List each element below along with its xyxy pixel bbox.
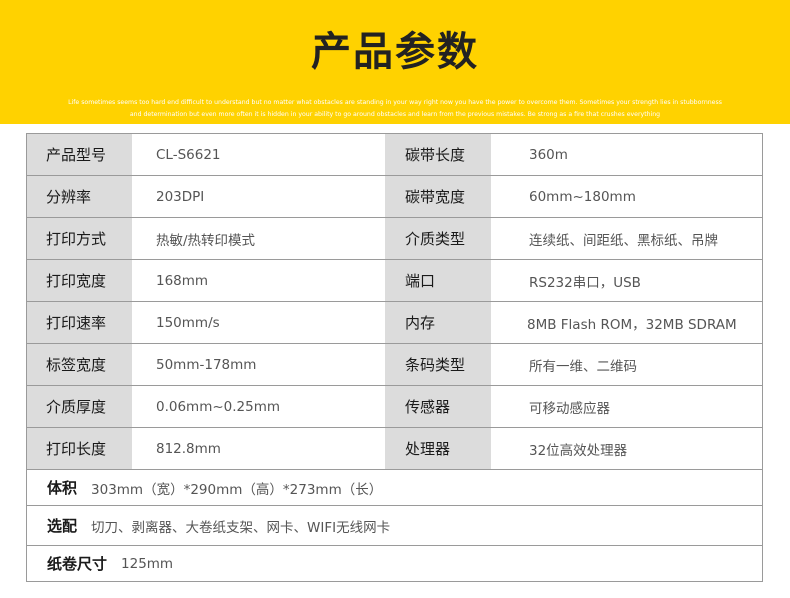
- page-title: 产品参数: [311, 29, 479, 75]
- roll-label: 纸卷尺寸: [47, 555, 108, 573]
- spec-row: 标签宽度 50mm-178mm 条码类型 所有一维、二维码: [27, 344, 762, 386]
- spec-value: RS232串口，USB: [491, 260, 762, 301]
- spec-value: 203DPI: [132, 176, 385, 217]
- options-value: 切刀、剥离器、大卷纸支架、网卡、WIFI无线网卡: [91, 519, 391, 536]
- spec-value: 0.06mm~0.25mm: [132, 386, 385, 427]
- spec-label: 碳带长度: [385, 134, 491, 175]
- spec-label: 打印宽度: [27, 260, 132, 301]
- spec-label: 产品型号: [27, 134, 132, 175]
- spec-value: 50mm-178mm: [132, 344, 385, 385]
- roll-value: 125mm: [121, 555, 174, 572]
- spec-label: 介质类型: [385, 218, 491, 259]
- spec-row-options: 选配 切刀、剥离器、大卷纸支架、网卡、WIFI无线网卡: [27, 506, 762, 546]
- spec-table: 产品型号 CL-S6621 碳带长度 360m 分辨率 203DPI 碳带宽度 …: [26, 133, 763, 582]
- spec-label: 内存: [385, 302, 491, 343]
- spec-value: CL-S6621: [132, 134, 385, 175]
- slogan-line-1: Life sometimes seems too hard end diffic…: [68, 99, 722, 106]
- spec-value: 热敏/热转印模式: [132, 218, 385, 259]
- spec-row: 打印速率 150mm/s 内存 8MB Flash ROM，32MB SDRAM: [27, 302, 762, 344]
- spec-label: 打印长度: [27, 428, 132, 469]
- spec-label: 打印速率: [27, 302, 132, 343]
- spec-label: 分辨率: [27, 176, 132, 217]
- spec-row: 介质厚度 0.06mm~0.25mm 传感器 可移动感应器: [27, 386, 762, 428]
- slogan-line-2: and determination but even more often it…: [129, 111, 661, 118]
- spec-row-roll: 纸卷尺寸 125mm: [27, 546, 762, 581]
- spec-label: 碳带宽度: [385, 176, 491, 217]
- options-label: 选配: [47, 517, 78, 535]
- spec-value: 8MB Flash ROM，32MB SDRAM: [491, 302, 762, 343]
- header-banner: 产品参数 Life sometimes seems too hard end d…: [0, 0, 790, 124]
- spec-value: 32位高效处理器: [491, 428, 762, 469]
- spec-row-volume: 体积 303mm（宽）*290mm（高）*273mm（长）: [27, 470, 762, 506]
- spec-value: 150mm/s: [132, 302, 385, 343]
- banner-slogan: Life sometimes seems too hard end diffic…: [30, 97, 760, 121]
- spec-label: 标签宽度: [27, 344, 132, 385]
- spec-value: 168mm: [132, 260, 385, 301]
- spec-label: 介质厚度: [27, 386, 132, 427]
- spec-label: 传感器: [385, 386, 491, 427]
- spec-row: 打印宽度 168mm 端口 RS232串口，USB: [27, 260, 762, 302]
- spec-value: 360m: [491, 134, 762, 175]
- spec-value: 所有一维、二维码: [491, 344, 762, 385]
- spec-value: 可移动感应器: [491, 386, 762, 427]
- spec-label: 端口: [385, 260, 491, 301]
- spec-value: 连续纸、间距纸、黑标纸、吊牌: [491, 218, 762, 259]
- volume-label: 体积: [47, 479, 78, 497]
- spec-row: 打印长度 812.8mm 处理器 32位高效处理器: [27, 428, 762, 470]
- volume-value: 303mm（宽）*290mm（高）*273mm（长）: [91, 481, 383, 498]
- spec-label: 条码类型: [385, 344, 491, 385]
- spec-row: 产品型号 CL-S6621 碳带长度 360m: [27, 134, 762, 176]
- spec-value: 60mm~180mm: [491, 176, 762, 217]
- spec-label: 处理器: [385, 428, 491, 469]
- spec-row: 分辨率 203DPI 碳带宽度 60mm~180mm: [27, 176, 762, 218]
- spec-row: 打印方式 热敏/热转印模式 介质类型 连续纸、间距纸、黑标纸、吊牌: [27, 218, 762, 260]
- spec-label: 打印方式: [27, 218, 132, 259]
- spec-value: 812.8mm: [132, 428, 385, 469]
